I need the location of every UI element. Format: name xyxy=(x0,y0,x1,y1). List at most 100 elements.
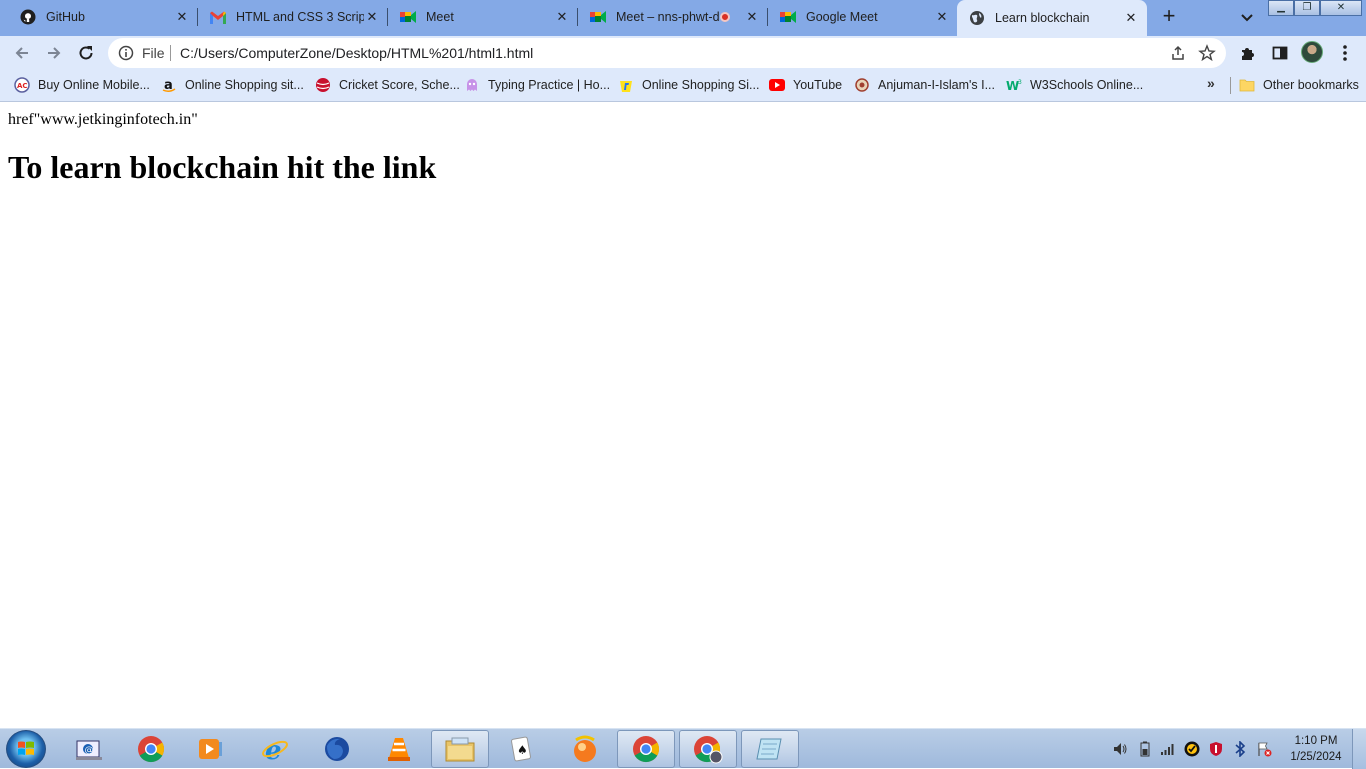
divider xyxy=(170,45,171,61)
other-bookmarks[interactable]: Other bookmarks xyxy=(1239,76,1359,94)
tab-title: Google Meet xyxy=(806,10,878,24)
kebab-menu-icon[interactable] xyxy=(1334,42,1356,64)
profile-avatar[interactable] xyxy=(1301,41,1323,63)
notepad-icon xyxy=(756,738,782,760)
chevron-down-icon[interactable] xyxy=(1238,8,1256,26)
anjuman-icon xyxy=(854,77,870,93)
battery-icon[interactable] xyxy=(1137,741,1153,757)
bookmark-item[interactable]: Anjuman-I-Islam's I... xyxy=(854,76,995,94)
tab-gmail[interactable]: HTML and CSS 3 Scripti ✕ xyxy=(190,0,388,34)
close-icon[interactable]: ✕ xyxy=(554,9,570,25)
close-icon[interactable]: ✕ xyxy=(174,9,190,25)
extensions-puzzle-icon[interactable] xyxy=(1237,42,1259,64)
taskbar-email-app[interactable]: @ xyxy=(60,730,118,768)
cricket-icon xyxy=(315,77,331,93)
svg-text:♠: ♠ xyxy=(517,743,528,757)
bookmarks-overflow-button[interactable]: » xyxy=(1207,75,1215,91)
tab-meet-call[interactable]: Meet – nns-phwt-d ✕ xyxy=(570,0,768,34)
url-scheme-label: File xyxy=(142,45,165,61)
chrome-icon xyxy=(694,736,723,764)
side-panel-icon[interactable] xyxy=(1269,42,1291,64)
firefox-icon xyxy=(325,737,349,761)
minimize-button[interactable]: ▁ xyxy=(1268,0,1294,16)
raw-href-text: href"www.jetkinginfotech.in" xyxy=(8,111,198,128)
tab-meet[interactable]: Meet ✕ xyxy=(380,0,578,34)
tab-learn-blockchain[interactable]: Learn blockchain ✕ xyxy=(957,0,1147,36)
bookmark-label: Typing Practice | Ho... xyxy=(488,78,611,92)
close-icon[interactable]: ✕ xyxy=(1123,10,1139,26)
new-tab-button[interactable]: + xyxy=(1158,5,1180,28)
bookmark-label: Other bookmarks xyxy=(1263,78,1359,92)
system-clock[interactable]: 1:10 PM 1/25/2024 xyxy=(1278,733,1354,765)
norton-icon[interactable] xyxy=(1184,741,1200,757)
taskbar-ie-app[interactable]: e xyxy=(246,730,304,768)
taskbar-firefox-app[interactable] xyxy=(308,730,366,768)
close-icon[interactable]: ✕ xyxy=(934,9,950,25)
volume-icon[interactable] xyxy=(1112,741,1128,757)
flipkart-icon xyxy=(618,77,634,93)
reload-button[interactable] xyxy=(74,41,98,65)
bookmark-item[interactable]: YouTube xyxy=(769,76,842,94)
page-heading: To learn blockchain hit the link xyxy=(8,149,437,185)
w3schools-icon: W3 xyxy=(1006,77,1022,93)
internet-explorer-icon: e xyxy=(262,736,288,764)
taskbar-notepad-window[interactable] xyxy=(741,730,799,768)
taskbar-solitaire-app[interactable]: ♠ xyxy=(492,730,550,768)
divider xyxy=(1230,77,1231,94)
clock-time: 1:10 PM xyxy=(1294,735,1338,747)
clock-date: 1/25/2024 xyxy=(1290,751,1342,763)
close-window-button[interactable]: ✕ xyxy=(1320,0,1362,16)
address-bar[interactable]: File C:/Users/ComputerZone/Desktop/HTML%… xyxy=(108,38,1226,68)
close-icon[interactable]: ✕ xyxy=(744,9,760,25)
arrow-right-icon xyxy=(48,47,61,59)
bookmark-label: W3Schools Online... xyxy=(1030,78,1144,92)
info-icon[interactable] xyxy=(118,45,134,61)
windows-taskbar: @ e ♠ 1:10 PM 1/25/2024 xyxy=(0,728,1366,769)
close-icon[interactable]: ✕ xyxy=(364,9,380,25)
tab-title: Meet xyxy=(426,10,454,24)
chrome-icon xyxy=(138,736,165,763)
start-button[interactable] xyxy=(6,730,46,768)
folder-icon xyxy=(1239,77,1255,93)
bookmark-item[interactable]: W3 W3Schools Online... xyxy=(1006,76,1143,94)
gmail-icon xyxy=(210,9,226,25)
arrow-left-icon xyxy=(15,47,28,59)
windows-logo-icon xyxy=(18,741,34,755)
bookmark-item[interactable]: Online Shopping Si... xyxy=(618,76,759,94)
bluetooth-icon[interactable] xyxy=(1232,741,1248,757)
taskbar-file-explorer-app[interactable] xyxy=(431,730,489,768)
taskbar-chrome-app[interactable] xyxy=(122,730,180,768)
bookmark-label: Online Shopping sit... xyxy=(185,78,304,92)
bookmark-item[interactable]: AC Buy Online Mobile... xyxy=(14,76,150,94)
vlc-icon xyxy=(388,738,410,761)
taskbar-chrome-profile-window[interactable] xyxy=(679,730,737,768)
tab-github[interactable]: GitHub ✕ xyxy=(0,0,198,34)
svg-text:@: @ xyxy=(85,746,94,756)
taskbar-chrome-window[interactable] xyxy=(617,730,675,768)
bookmark-item[interactable]: Typing Practice | Ho... xyxy=(464,76,610,94)
show-desktop-button[interactable] xyxy=(1352,729,1366,769)
action-center-flag-icon[interactable] xyxy=(1256,741,1272,757)
taskbar-game-app[interactable] xyxy=(556,730,614,768)
reload-icon xyxy=(79,46,93,60)
restore-button[interactable]: ❐ xyxy=(1294,0,1320,16)
back-button[interactable] xyxy=(10,41,34,65)
url-text[interactable]: C:/Users/ComputerZone/Desktop/HTML%201/h… xyxy=(180,45,533,61)
media-player-icon xyxy=(199,739,222,759)
page-content: href"www.jetkinginfotech.in" To learn bl… xyxy=(0,103,1366,728)
tab-title: Meet – nns-phwt-d xyxy=(616,10,720,24)
bookmark-item[interactable]: a Online Shopping sit... xyxy=(161,76,304,94)
antivirus-shield-icon[interactable] xyxy=(1208,741,1224,757)
tab-title: HTML and CSS 3 Scripti xyxy=(236,10,364,24)
taskbar-media-player-app[interactable] xyxy=(181,730,239,768)
network-signal-icon[interactable] xyxy=(1160,741,1176,757)
share-icon[interactable] xyxy=(1170,45,1186,61)
globe-icon xyxy=(969,10,985,26)
bookmark-item[interactable]: Cricket Score, Sche... xyxy=(315,76,460,94)
bookmark-star-icon[interactable] xyxy=(1198,44,1216,62)
tab-google-meet[interactable]: Google Meet ✕ xyxy=(760,0,958,34)
taskbar-vlc-app[interactable] xyxy=(370,730,428,768)
forward-button[interactable] xyxy=(42,41,66,65)
solitaire-icon: ♠ xyxy=(511,736,531,762)
svg-text:3: 3 xyxy=(1018,79,1022,86)
